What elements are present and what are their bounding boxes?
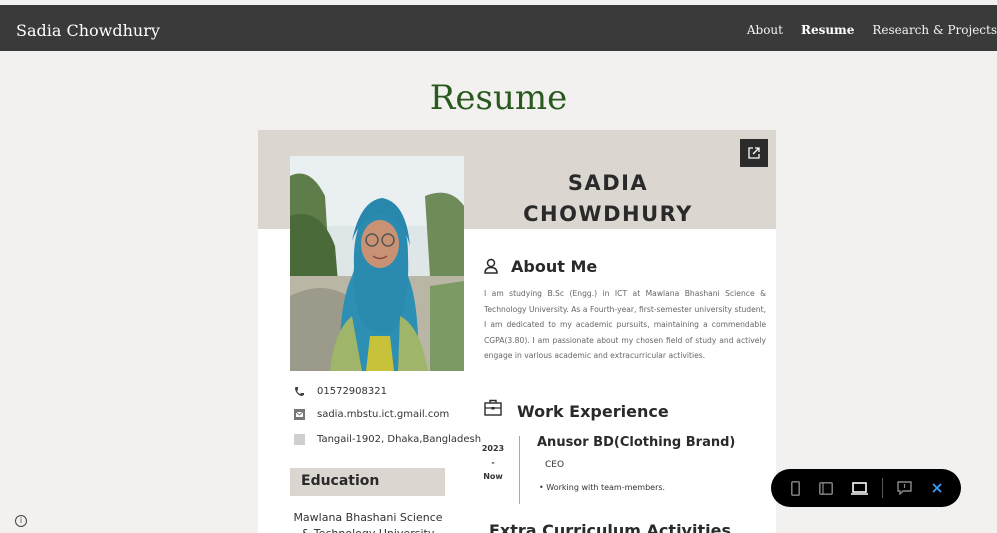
timeline-divider bbox=[519, 436, 520, 504]
resume-last-name: CHOWDHURY bbox=[523, 202, 693, 226]
mobile-view-button[interactable] bbox=[789, 480, 801, 496]
education-heading: Education bbox=[301, 473, 380, 489]
nav-research-projects[interactable]: Research & Projects bbox=[872, 23, 997, 37]
briefcase-icon bbox=[484, 399, 502, 416]
mobile-view-icon bbox=[790, 480, 800, 496]
open-external-button[interactable] bbox=[740, 139, 768, 167]
job-bullet-text: Working with team-members. bbox=[546, 483, 666, 492]
user-icon bbox=[484, 258, 498, 274]
laptop-view-button[interactable] bbox=[850, 480, 868, 496]
resume-document: SADIA CHOWDHURY 01572908321 sadia.mbstu.… bbox=[258, 130, 776, 533]
close-toolbar-button[interactable] bbox=[930, 480, 944, 496]
about-heading: About Me bbox=[511, 257, 598, 276]
work-heading: Work Experience bbox=[517, 402, 669, 421]
contact-email: sadia.mbstu.ict.gmail.com bbox=[294, 409, 449, 420]
contact-address: Tangail-1902, Dhaka,Bangladesh bbox=[294, 434, 481, 445]
device-preview-toolbar bbox=[771, 469, 961, 507]
work-date: 2023 - Now bbox=[480, 442, 506, 484]
resume-first-name: SADIA bbox=[567, 171, 649, 195]
close-icon bbox=[932, 483, 942, 493]
phone-text: 01572908321 bbox=[317, 386, 387, 397]
work-date-start: 2023 bbox=[481, 444, 505, 453]
tablet-view-button[interactable] bbox=[818, 480, 834, 496]
mail-icon bbox=[294, 409, 305, 420]
job-bullet: • Working with team-members. bbox=[539, 483, 666, 492]
laptop-view-icon bbox=[850, 481, 868, 495]
job-role: CEO bbox=[545, 460, 565, 470]
site-brand[interactable]: Sadia Chowdhury bbox=[16, 21, 160, 40]
top-nav-bar: Sadia Chowdhury About Resume Research & … bbox=[0, 5, 997, 51]
tablet-view-icon bbox=[819, 481, 833, 495]
comment-button[interactable] bbox=[896, 480, 912, 496]
toolbar-divider bbox=[882, 478, 883, 498]
page-title: Resume bbox=[429, 78, 568, 118]
job-company: Anusor BD(Clothing Brand) bbox=[537, 435, 736, 450]
resume-name: SADIA CHOWDHURY bbox=[480, 168, 736, 230]
nav-resume[interactable]: Resume bbox=[801, 23, 854, 37]
about-text: I am studying B.Sc (Engg.) in ICT at Maw… bbox=[484, 289, 766, 361]
extra-curriculum-heading: Extra Curriculum Activities bbox=[489, 521, 731, 533]
phone-icon bbox=[295, 387, 304, 396]
info-icon[interactable]: i bbox=[15, 515, 27, 527]
work-date-sep: - bbox=[491, 458, 495, 467]
address-text: Tangail-1902, Dhaka,Bangladesh bbox=[317, 434, 482, 445]
nav-about[interactable]: About bbox=[747, 23, 783, 37]
email-text: sadia.mbstu.ict.gmail.com bbox=[317, 409, 450, 420]
work-date-end: Now bbox=[483, 472, 503, 481]
contact-phone: 01572908321 bbox=[294, 386, 387, 397]
external-link-icon bbox=[748, 147, 760, 159]
main-nav: About Resume Research & Projects bbox=[747, 23, 997, 37]
profile-photo bbox=[290, 156, 464, 371]
comment-icon bbox=[896, 481, 912, 495]
location-icon bbox=[294, 434, 305, 445]
education-institution: Mawlana Bhashani Science & Technology Un… bbox=[293, 511, 443, 533]
education-heading-box: Education bbox=[290, 468, 445, 496]
